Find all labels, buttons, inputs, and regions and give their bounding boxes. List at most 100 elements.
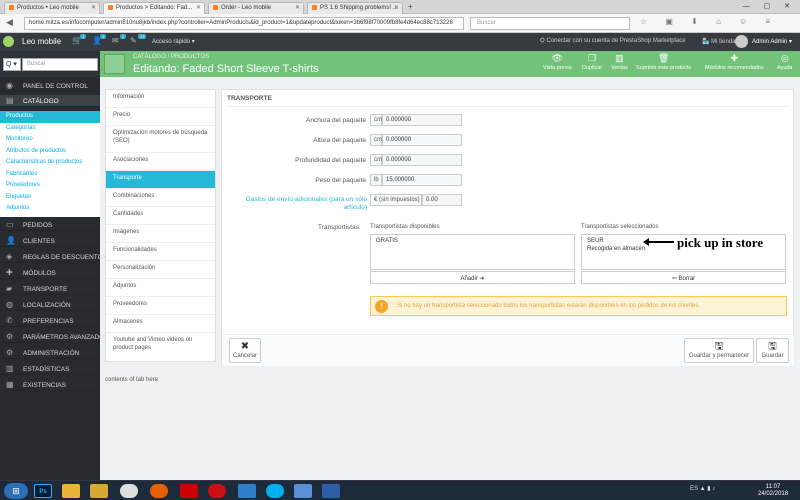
tab-seo[interactable]: Optimización motores de búsqueda (SEO) <box>106 126 215 153</box>
browser-tab-4[interactable]: PS 1.6 Shipping problems! ... ✕ <box>307 2 403 14</box>
annotation-arrow-icon <box>643 238 649 246</box>
avatar[interactable] <box>735 35 748 48</box>
sidebar-item-stock[interactable]: ▦ EXISTENCIAS <box>0 379 100 391</box>
tab-customization[interactable]: Personalización <box>106 261 215 279</box>
tab-features[interactable]: Funcionalidades <box>106 243 215 261</box>
start-button[interactable]: ⊞ <box>4 483 28 499</box>
submenu-attachments[interactable]: Adjuntos <box>0 203 100 215</box>
clock[interactable]: 11:07 24/02/2018 <box>758 484 788 498</box>
url-input[interactable]: home.mitza.es/infocomputer/admin810nu8jk… <box>24 17 464 30</box>
quick-access-dropdown[interactable]: Acceso rápido ▾ <box>152 38 195 45</box>
sidebar-item-preferences[interactable]: ✆ PREFERENCIAS <box>0 315 100 327</box>
browser-search-input[interactable]: Buscar <box>470 17 630 30</box>
warning-icon: ! <box>375 300 388 313</box>
sales-button[interactable]: ▥ Ventas <box>611 53 628 71</box>
computer-icon[interactable] <box>322 484 340 498</box>
bar-chart-icon: ▥ <box>615 53 624 63</box>
delete-product-button[interactable]: 🗑 Suprimir este producto <box>636 53 691 71</box>
sidebar-search: Q ▾ Buscar <box>0 51 100 77</box>
tab-combinations[interactable]: Combinaciones <box>106 189 215 207</box>
submenu-tags[interactable]: Etiquetas <box>0 192 100 204</box>
firefox-icon[interactable] <box>150 484 168 498</box>
folder-icon-2[interactable] <box>90 484 108 498</box>
sidebar-item-stats[interactable]: ▥ ESTADÍSTICAS <box>0 363 100 375</box>
close-tab-icon[interactable]: ✕ <box>91 4 96 11</box>
cancel-button[interactable]: ✖ Cancelar <box>229 338 261 363</box>
panel-footer: ✖ Cancelar 🖫 Guardar y permanecer 🖫 Guardar <box>223 334 794 366</box>
add-carrier-button[interactable]: Añadir ➔ <box>370 271 575 284</box>
submenu-categories[interactable]: Categorías <box>0 123 100 135</box>
submenu-monitoring[interactable]: Monitoreo <box>0 134 100 146</box>
tab-attachments[interactable]: Adjuntos <box>106 279 215 297</box>
sidebar-item-modules[interactable]: ✚ MÓDULOS <box>0 267 100 279</box>
my-shop-link[interactable]: 🏪 Mi tienda <box>702 38 736 45</box>
system-tray[interactable]: ES ▲ ▮ ♪ <box>690 485 715 492</box>
tab-information[interactable]: Información <box>106 90 215 108</box>
close-tab-icon[interactable]: ✕ <box>196 4 201 11</box>
prestashop-favicon-icon <box>108 5 113 10</box>
submenu-products[interactable]: Productos <box>0 111 100 123</box>
shop-name[interactable]: Leo mobile <box>22 37 61 46</box>
sidebar-item-dashboard[interactable]: ◉ PANEL DE CONTROL <box>0 80 100 92</box>
sidebar-item-catalog[interactable]: ▤ CATÁLOGO <box>0 95 100 107</box>
skype-icon[interactable] <box>266 484 284 498</box>
submenu-attributes[interactable]: Atributos de productos <box>0 146 100 158</box>
sidebar-item-customers[interactable]: 👤 CLIENTES <box>0 235 100 247</box>
height-input[interactable]: 0.000000 <box>382 134 462 146</box>
browser-tab-3[interactable]: Order - Leo mobile ✕ <box>208 2 304 14</box>
tab-associations[interactable]: Asociaciones <box>106 153 215 171</box>
submenu-manufacturers[interactable]: Fabricantes <box>0 169 100 181</box>
shipping-cost-input[interactable]: 0.00 <box>422 194 462 206</box>
browser-tab-2[interactable]: Productos > Editando: Fad... ✕ <box>103 2 205 14</box>
search-input[interactable]: Buscar <box>22 58 98 71</box>
submenu-features[interactable]: Características de productos <box>0 157 100 169</box>
app-icon[interactable] <box>180 484 198 498</box>
chrome-icon[interactable] <box>120 484 138 498</box>
copy-icon: ❐ <box>588 53 597 63</box>
submenu-suppliers[interactable]: Proveedores <box>0 180 100 192</box>
tab-price[interactable]: Precio <box>106 108 215 126</box>
tab-shipping[interactable]: Transporte <box>106 171 215 189</box>
puzzle-icon: ✚ <box>730 53 739 63</box>
recommended-modules-button[interactable]: ✚ Módulos recomendados <box>705 53 764 71</box>
close-tab-icon[interactable]: ✕ <box>394 4 399 11</box>
tab-images[interactable]: Imágenes <box>106 225 215 243</box>
sidebar-item-localization[interactable]: ◍ LOCALIZACIÓN <box>0 299 100 311</box>
sidebar-item-orders[interactable]: ▭ PEDIDOS <box>0 219 100 231</box>
window-controls[interactable]: — ▢ ✕ <box>743 2 796 10</box>
remove-carrier-button[interactable]: ⇦ Borrar <box>581 271 786 284</box>
save-button[interactable]: 🖫 Guardar <box>756 338 789 363</box>
network-icon[interactable] <box>238 484 256 498</box>
weight-input[interactable]: 15.000000 <box>382 174 462 186</box>
admin-menu[interactable]: Admin Admin ▾ <box>752 38 792 45</box>
search-type-select[interactable]: Q ▾ <box>3 58 21 71</box>
browser-tab-1[interactable]: Productos • Leo mobile ✕ <box>4 2 100 14</box>
tab-suppliers[interactable]: Proveedores <box>106 297 215 315</box>
window-app-icon[interactable] <box>294 484 312 498</box>
sidebar-item-advanced[interactable]: ⚙ PARÁMETROS AVANZADOS <box>0 331 109 343</box>
save-and-stay-button[interactable]: 🖫 Guardar y permanecer <box>684 338 754 363</box>
photoshop-icon[interactable]: Ps <box>34 484 52 498</box>
list-item[interactable]: GRATIS <box>376 238 569 244</box>
sidebar-item-discounts[interactable]: ◈ REGLAS DE DESCUENTOS <box>0 251 107 263</box>
duplicate-button[interactable]: ❐ Duplicar <box>582 53 602 71</box>
new-tab-button[interactable]: + <box>408 2 413 11</box>
folder-icon[interactable] <box>62 484 80 498</box>
sidebar-item-administration[interactable]: ⚙ ADMINISTRACIÓN <box>0 347 100 359</box>
tab-videos[interactable]: Youtube and Vimeo videos on product page… <box>106 333 215 361</box>
available-carriers-list[interactable]: GRATIS <box>370 234 575 270</box>
marketplace-connect-link[interactable]: ⛭ Conectar con su cuenta de PrestaShop M… <box>540 38 686 45</box>
sidebar-item-shipping[interactable]: ▰ TRANSPORTE <box>0 283 100 295</box>
back-icon[interactable]: ◀ <box>6 17 13 28</box>
opera-icon[interactable] <box>208 484 226 498</box>
cogs-icon: ⚙ <box>6 332 14 341</box>
tab-quantities[interactable]: Cantidades <box>106 207 215 225</box>
help-button[interactable]: ◎ Ayuda <box>777 53 793 71</box>
close-icon: ✖ <box>240 341 250 352</box>
width-input[interactable]: 0.000000 <box>382 114 462 126</box>
preview-button[interactable]: 👁 Vista previa <box>543 53 572 71</box>
depth-input[interactable]: 0.000000 <box>382 154 462 166</box>
browser-toolbar-icons[interactable]: ☆ ▣ ⬇ ⌂ ☺ ≡ <box>640 17 778 26</box>
tab-warehouses[interactable]: Almacenes <box>106 315 215 333</box>
close-tab-icon[interactable]: ✕ <box>295 4 300 11</box>
